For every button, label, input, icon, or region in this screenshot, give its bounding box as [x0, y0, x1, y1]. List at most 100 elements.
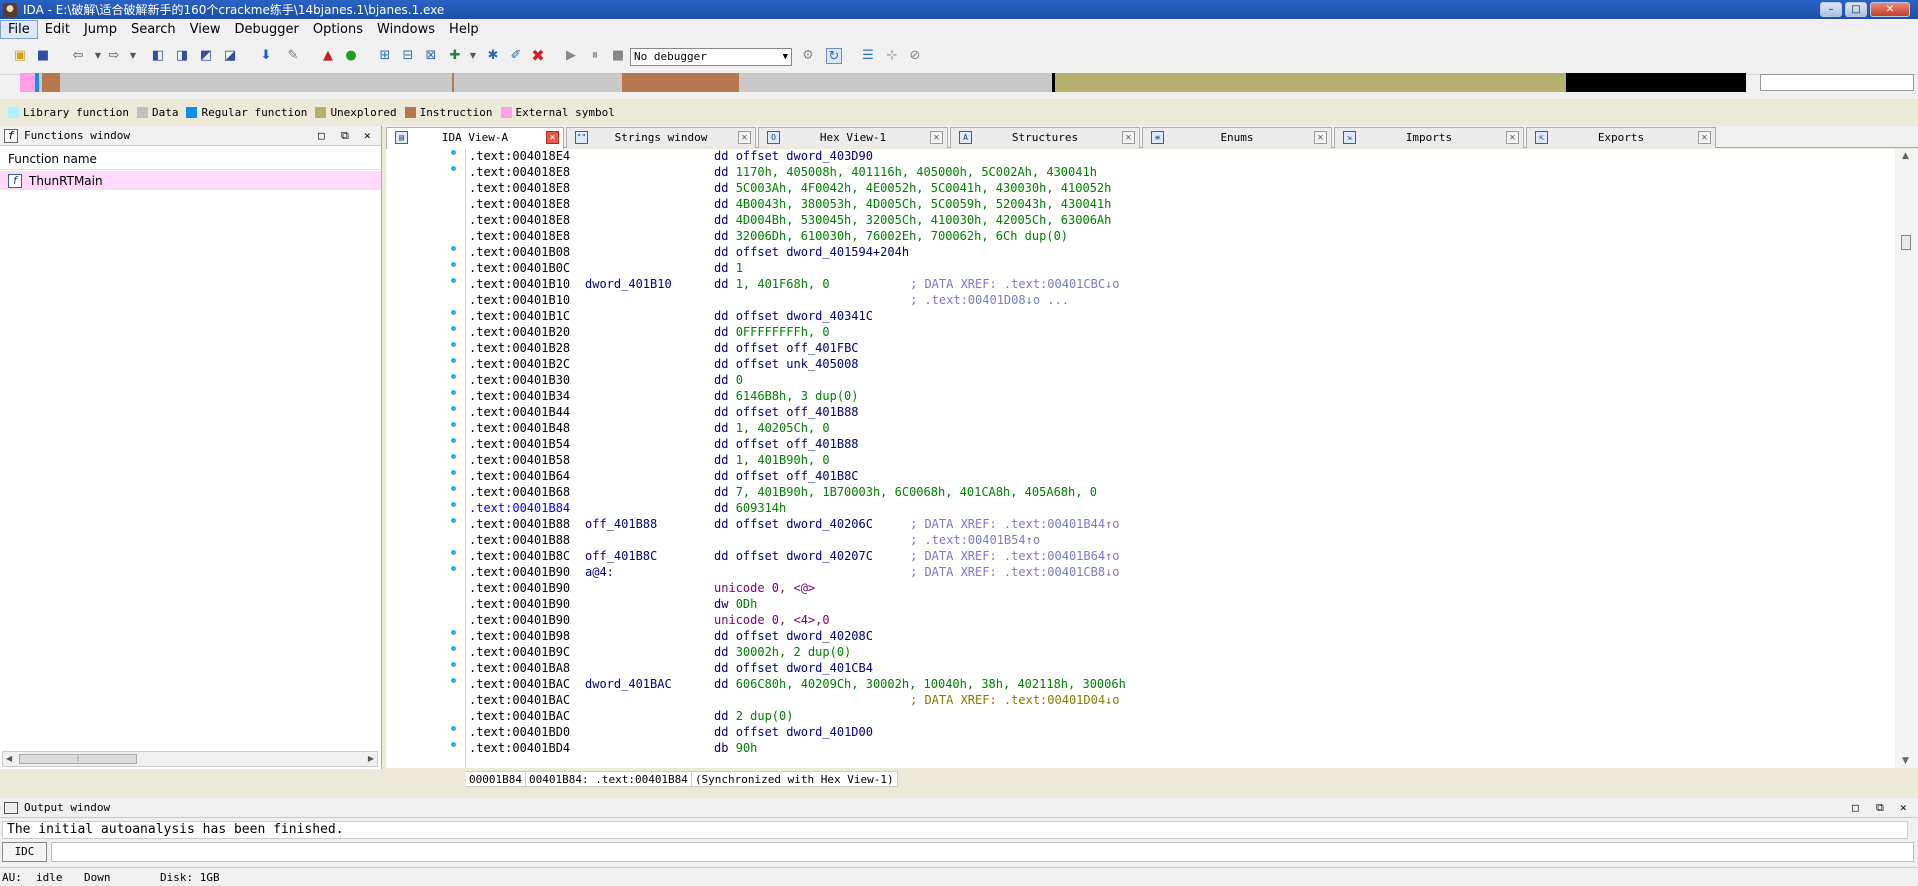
- breakpoint-dot-icon[interactable]: [451, 646, 456, 651]
- pane-close-icon[interactable]: ✕: [364, 129, 371, 142]
- pane-float-icon[interactable]: ⧉: [1876, 801, 1884, 815]
- idc-command-input[interactable]: [51, 842, 1914, 862]
- line-instruction[interactable]: dd offset dword_40207C: [714, 548, 873, 564]
- menu-file[interactable]: File: [0, 19, 38, 39]
- line-label[interactable]: off_401B88: [585, 516, 657, 532]
- line-instruction[interactable]: dd 1170h, 405008h, 401116h, 405000h, 5C0…: [714, 164, 1097, 180]
- graph-triangle-icon[interactable]: ▲: [320, 48, 336, 64]
- delete-icon[interactable]: ✖: [530, 48, 546, 64]
- green-circle-icon[interactable]: ●: [343, 48, 359, 64]
- line-instruction[interactable]: dd offset dword_40341C: [714, 308, 873, 324]
- line-instruction[interactable]: unicode 0, <4>,0: [714, 612, 830, 628]
- down-arrow-icon[interactable]: ⬇: [258, 48, 274, 64]
- save-icon[interactable]: ■: [35, 48, 51, 64]
- line-instruction[interactable]: dd 2 dup(0): [714, 708, 793, 724]
- menu-search[interactable]: Search: [124, 21, 183, 38]
- find-icon[interactable]: ◪: [222, 48, 238, 64]
- list-icon[interactable]: ☰: [860, 48, 876, 64]
- search-next-icon[interactable]: ◩: [198, 48, 214, 64]
- breakpoint-dot-icon[interactable]: [451, 166, 456, 171]
- line-instruction[interactable]: dd 30002h, 2 dup(0): [714, 644, 851, 660]
- pause-icon[interactable]: ⏸: [587, 48, 603, 64]
- menu-debugger[interactable]: Debugger: [227, 21, 305, 38]
- breakpoint-dot-icon[interactable]: [451, 262, 456, 267]
- menu-help[interactable]: Help: [442, 21, 486, 38]
- tab-exports[interactable]: ⇱ Exports ✕: [1526, 127, 1716, 148]
- forward-dropdown-icon[interactable]: ▼: [125, 48, 141, 64]
- open-file-icon[interactable]: ▣: [12, 48, 28, 64]
- breakpoint-dot-icon[interactable]: [451, 246, 456, 251]
- pane-close-icon[interactable]: ✕: [1900, 801, 1907, 814]
- breakpoint-dot-icon[interactable]: [451, 374, 456, 379]
- menu-edit[interactable]: Edit: [38, 21, 77, 38]
- line-instruction[interactable]: dd offset dword_403D90: [714, 148, 873, 164]
- line-instruction[interactable]: dd offset unk_405008: [714, 356, 859, 372]
- vertical-scrollbar[interactable]: ▲ ▼: [1895, 149, 1918, 768]
- menu-options[interactable]: Options: [306, 21, 370, 38]
- line-instruction[interactable]: dd 32006Dh, 610030h, 76002Eh, 700062h, 6…: [714, 228, 1068, 244]
- pane-minimize-icon[interactable]: □: [1852, 801, 1859, 814]
- menu-jump[interactable]: Jump: [77, 21, 124, 38]
- add-icon[interactable]: ⊞: [377, 48, 393, 64]
- patch-icon[interactable]: ✎: [285, 48, 301, 64]
- line-instruction[interactable]: dd 4B0043h, 380053h, 4D005Ch, 5C0059h, 5…: [714, 196, 1111, 212]
- scroll-up-icon[interactable]: ▲: [1902, 151, 1909, 161]
- line-instruction[interactable]: dd offset dword_40208C: [714, 628, 873, 644]
- binary-search-icon[interactable]: ◧: [150, 48, 166, 64]
- line-instruction[interactable]: dd offset dword_401594+204h: [714, 244, 909, 260]
- function-name-column-header[interactable]: Function name: [0, 149, 381, 170]
- line-instruction[interactable]: dd offset dword_401D00: [714, 724, 873, 740]
- breakpoint-dot-icon[interactable]: [451, 662, 456, 667]
- maximize-button[interactable]: □: [1845, 2, 1867, 17]
- breakpoint-dot-icon[interactable]: [451, 406, 456, 411]
- line-label[interactable]: off_401B8C: [585, 548, 657, 564]
- nav-band-zoom-select[interactable]: [1760, 74, 1914, 91]
- line-label[interactable]: a@4:: [585, 564, 614, 580]
- attach-icon[interactable]: ⚙: [800, 48, 816, 64]
- close-tab-icon[interactable]: ✕: [930, 131, 943, 144]
- close-window-button[interactable]: ✕: [1870, 2, 1910, 17]
- line-instruction[interactable]: dd 0: [714, 372, 743, 388]
- breakpoint-dot-icon[interactable]: [451, 326, 456, 331]
- line-instruction[interactable]: dw 0Dh: [714, 596, 757, 612]
- edit-icon[interactable]: ✐: [508, 48, 524, 64]
- line-instruction[interactable]: dd 0FFFFFFFFh, 0: [714, 324, 830, 340]
- tab-hex-view-1[interactable]: O Hex View-1 ✕: [758, 127, 948, 148]
- line-instruction[interactable]: dd offset dword_401CB4: [714, 660, 873, 676]
- line-instruction[interactable]: dd offset off_401B8C: [714, 468, 859, 484]
- close-tab-icon[interactable]: ✕: [738, 131, 751, 144]
- breakpoint-dot-icon[interactable]: [451, 310, 456, 315]
- line-instruction[interactable]: dd 1, 401F68h, 0: [714, 276, 830, 292]
- breakpoint-dot-icon[interactable]: [451, 454, 456, 459]
- menu-windows[interactable]: Windows: [370, 21, 442, 38]
- stop-icon[interactable]: ■: [610, 48, 626, 64]
- tab-ida-view-a[interactable]: ▤ IDA View-A ✕: [386, 127, 564, 149]
- back-arrow-icon[interactable]: ⇦: [70, 48, 86, 64]
- line-label[interactable]: dword_401B10: [585, 276, 672, 292]
- menu-view[interactable]: View: [183, 21, 228, 38]
- breakpoint-dot-icon[interactable]: [451, 358, 456, 363]
- text-search-icon[interactable]: ◨: [174, 48, 190, 64]
- tab-strings-window[interactable]: "" Strings window ✕: [566, 127, 756, 148]
- line-label[interactable]: dword_401BAC: [585, 676, 672, 692]
- sync-icon[interactable]: ↻: [826, 48, 842, 64]
- navigation-band[interactable]: [20, 73, 1746, 92]
- tab-structures[interactable]: A Structures ✕: [950, 127, 1140, 148]
- line-instruction[interactable]: db 90h: [714, 740, 757, 756]
- start-debug-icon[interactable]: ▶: [563, 48, 579, 64]
- scroll-down-icon[interactable]: ▼: [1902, 756, 1909, 766]
- close-tab-icon[interactable]: ✕: [546, 131, 559, 144]
- line-instruction[interactable]: dd 5C003Ah, 4F0042h, 4E0052h, 5C0041h, 4…: [714, 180, 1111, 196]
- cross-reference-icon[interactable]: ✱: [485, 48, 501, 64]
- tab-enums[interactable]: ≡ Enums ✕: [1142, 127, 1332, 148]
- breakpoint-dot-icon[interactable]: [451, 742, 456, 747]
- line-instruction[interactable]: dd offset off_401B88: [714, 436, 859, 452]
- debugger-select[interactable]: No debugger ▼: [630, 48, 792, 66]
- function-row[interactable]: f ThunRTMain: [0, 171, 381, 190]
- line-instruction[interactable]: dd 7, 401B90h, 1B70003h, 6C0068h, 401CA8…: [714, 484, 1097, 500]
- struct-icon[interactable]: ⊠: [423, 48, 439, 64]
- breakpoint-dot-icon[interactable]: [451, 150, 456, 155]
- line-instruction[interactable]: dd 1, 401B90h, 0: [714, 452, 830, 468]
- scroll-thumb[interactable]: [1901, 235, 1911, 250]
- close-tab-icon[interactable]: ✕: [1698, 131, 1711, 144]
